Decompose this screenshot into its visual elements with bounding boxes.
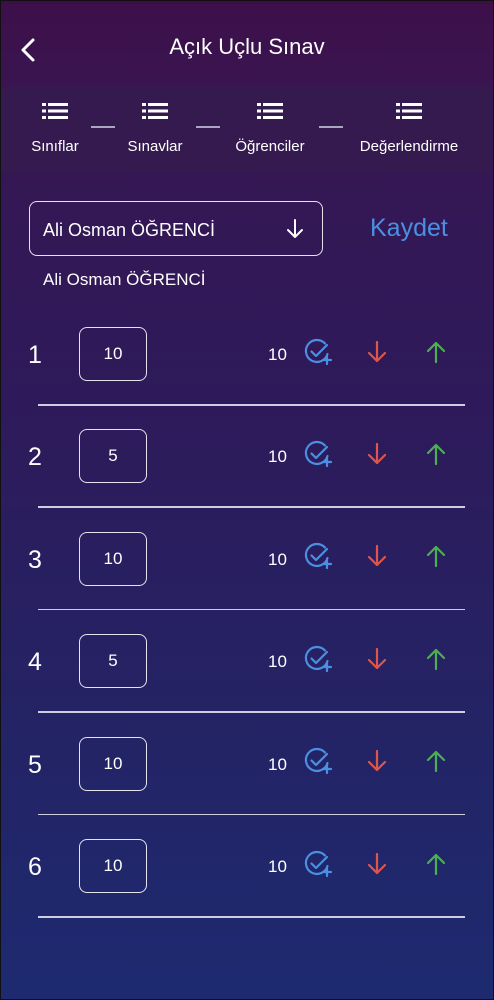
question-row: 5 10 10 — [0, 736, 494, 839]
question-number: 1 — [28, 341, 42, 369]
question-row: 3 10 10 — [0, 531, 494, 634]
row-divider — [38, 916, 465, 918]
increase-button[interactable] — [421, 441, 451, 471]
score-input[interactable]: 10 — [79, 327, 147, 381]
arrow-down-icon — [365, 748, 389, 779]
step-label: Öğrenciler — [235, 138, 305, 155]
question-number: 2 — [28, 443, 42, 472]
step-sinavlar[interactable]: Sınavlar — [100, 102, 210, 155]
list-icon — [42, 103, 68, 119]
arrow-up-icon — [424, 748, 448, 779]
row-divider — [38, 404, 465, 406]
question-row: 6 10 10 — [0, 839, 494, 941]
decrease-button[interactable] — [362, 851, 392, 881]
decrease-button[interactable] — [362, 646, 392, 676]
step-label: Sınıflar — [31, 138, 79, 155]
max-score: 10 — [268, 549, 287, 569]
row-divider — [38, 711, 465, 713]
check-circle-plus-icon — [303, 746, 333, 781]
score-input[interactable]: 10 — [79, 839, 147, 893]
increase-button[interactable] — [421, 544, 451, 574]
arrow-down-icon — [365, 339, 389, 370]
score-input[interactable]: 10 — [79, 531, 147, 586]
question-row: 2 5 10 — [0, 429, 494, 531]
arrow-down-icon — [284, 218, 306, 245]
arrow-up-icon — [424, 441, 448, 472]
arrow-down-icon — [365, 543, 389, 574]
full-score-button[interactable] — [303, 644, 333, 679]
arrow-down-icon — [365, 441, 389, 472]
row-divider — [38, 506, 465, 508]
step-connector — [196, 126, 220, 128]
row-divider — [38, 813, 465, 816]
list-icon — [257, 103, 283, 119]
student-name: Ali Osman ÖĞRENCİ — [43, 270, 206, 289]
question-number: 5 — [28, 750, 42, 779]
full-score-button[interactable] — [303, 541, 333, 576]
score-input[interactable]: 5 — [79, 634, 147, 689]
max-score: 10 — [268, 447, 287, 467]
increase-button[interactable] — [421, 749, 451, 779]
decrease-button[interactable] — [362, 441, 392, 471]
question-row: 1 10 10 — [0, 327, 494, 429]
row-divider — [38, 608, 465, 611]
score-input[interactable]: 5 — [79, 429, 147, 484]
question-number: 6 — [28, 853, 42, 881]
step-connector — [319, 126, 343, 128]
step-ogrenciler[interactable]: Öğrenciler — [215, 102, 325, 155]
check-circle-plus-icon — [303, 337, 333, 372]
decrease-button[interactable] — [362, 544, 392, 574]
score-input[interactable]: 10 — [79, 736, 147, 791]
max-score: 10 — [268, 345, 287, 364]
arrow-up-icon — [424, 646, 448, 677]
full-score-button[interactable] — [303, 849, 333, 884]
page-title: Açık Uçlu Sınav — [169, 34, 325, 59]
max-score: 10 — [268, 857, 287, 876]
save-button[interactable]: Kaydet — [370, 214, 448, 243]
arrow-down-icon — [365, 851, 389, 882]
step-label: Sınavlar — [127, 138, 183, 155]
step-degerlendirme[interactable]: Değerlendirme — [353, 102, 465, 155]
arrow-down-icon — [365, 646, 389, 677]
list-icon — [396, 103, 422, 119]
check-circle-plus-icon — [303, 541, 333, 576]
arrow-up-icon — [424, 543, 448, 574]
step-siniflar[interactable]: Sınıflar — [0, 102, 110, 155]
step-label: Değerlendirme — [359, 138, 459, 155]
check-circle-plus-icon — [303, 849, 333, 884]
full-score-button[interactable] — [303, 746, 333, 781]
arrow-up-icon — [424, 851, 448, 882]
student-select-value: Ali Osman ÖĞRENCİ — [43, 220, 216, 240]
max-score: 10 — [268, 754, 287, 774]
step-bar: Sınıflar Sınavlar Öğrenciler Değerlendir… — [0, 88, 494, 174]
decrease-button[interactable] — [362, 749, 392, 779]
check-circle-plus-icon — [303, 439, 333, 474]
list-icon — [142, 103, 168, 119]
student-select[interactable]: Ali Osman ÖĞRENCİ — [29, 201, 323, 256]
max-score: 10 — [268, 652, 287, 672]
question-number: 3 — [28, 545, 42, 574]
step-connector — [91, 126, 115, 128]
increase-button[interactable] — [421, 851, 451, 881]
increase-button[interactable] — [421, 339, 451, 369]
full-score-button[interactable] — [303, 337, 333, 372]
increase-button[interactable] — [421, 646, 451, 676]
app-header: Açık Uçlu Sınav — [0, 0, 494, 88]
decrease-button[interactable] — [362, 339, 392, 369]
question-row: 4 5 10 — [0, 634, 494, 736]
arrow-up-icon — [424, 339, 448, 370]
question-number: 4 — [28, 648, 42, 677]
full-score-button[interactable] — [303, 439, 333, 474]
check-circle-plus-icon — [303, 644, 333, 679]
